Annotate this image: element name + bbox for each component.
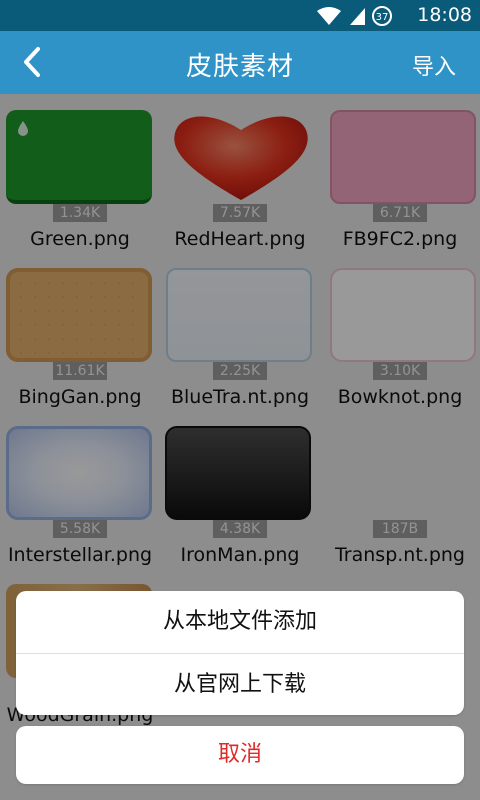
signal-icon bbox=[350, 8, 365, 25]
status-icons: 37 bbox=[316, 5, 392, 27]
status-bar: 37 18:08 bbox=[0, 0, 480, 31]
wifi-icon bbox=[317, 7, 341, 25]
battery-level: 37 bbox=[375, 12, 389, 23]
status-time: 18:08 bbox=[417, 4, 472, 26]
import-button[interactable]: 导入 bbox=[412, 49, 456, 81]
download-from-website-button[interactable]: 从官网上下载 bbox=[16, 654, 464, 716]
battery-icon: 37 bbox=[372, 6, 392, 26]
action-sheet-cancel: 取消 bbox=[16, 726, 464, 784]
app-bar: 皮肤素材 导入 bbox=[0, 31, 480, 94]
add-from-local-button[interactable]: 从本地文件添加 bbox=[16, 591, 464, 653]
page-title: 皮肤素材 bbox=[185, 52, 294, 82]
cancel-button[interactable]: 取消 bbox=[16, 726, 464, 784]
action-sheet-options: 从本地文件添加 从官网上下载 bbox=[16, 591, 464, 715]
